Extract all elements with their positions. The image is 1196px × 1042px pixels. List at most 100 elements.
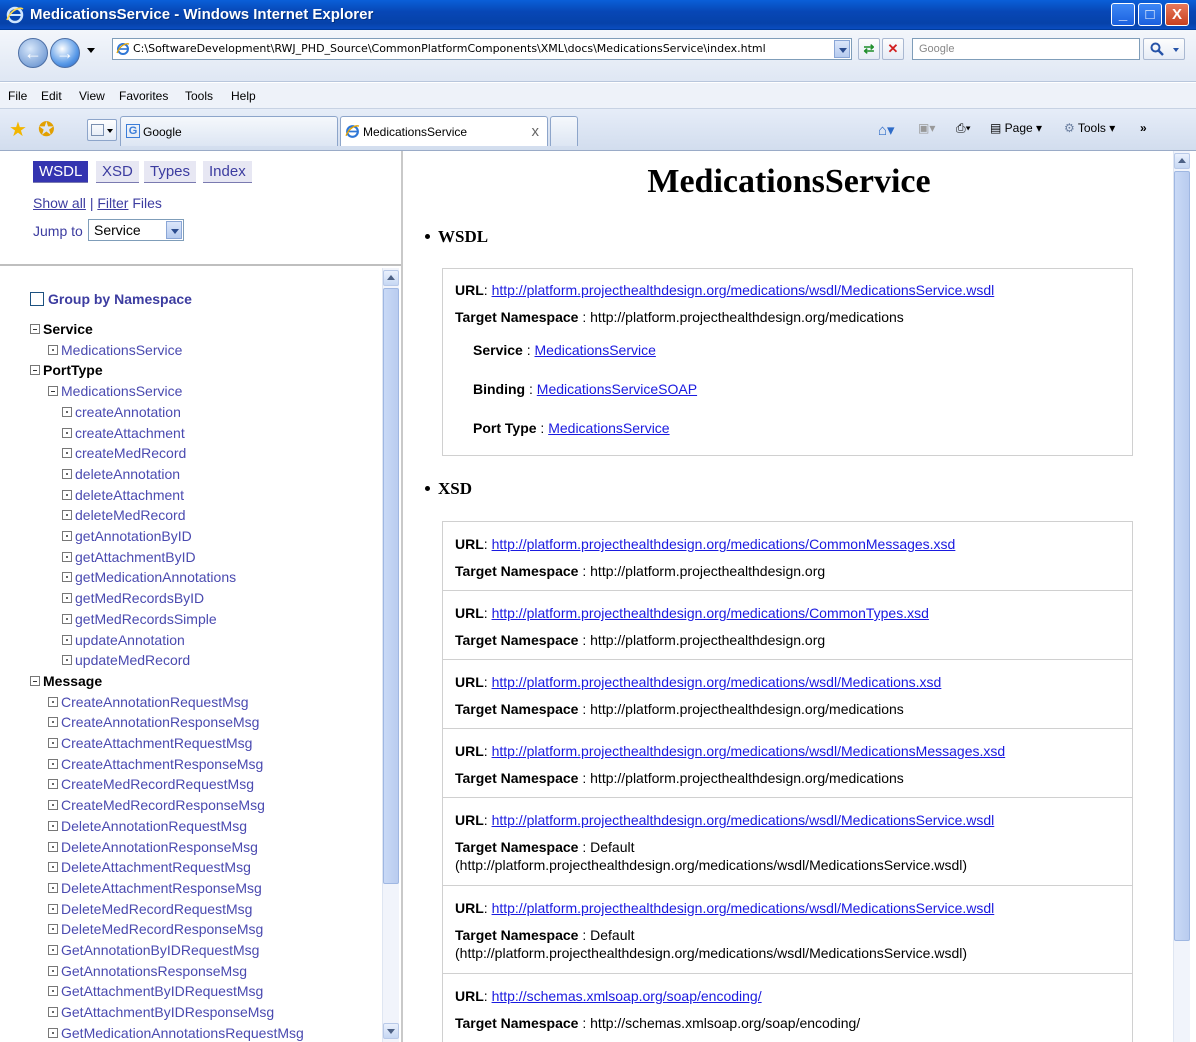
tab-xsd[interactable]: XSD (96, 161, 139, 183)
tab-medicationsservice[interactable]: MedicationsService x (340, 116, 548, 146)
tree-item-operation[interactable]: getAnnotationByID (62, 527, 192, 545)
tree-heading-porttype[interactable]: PortType (30, 361, 103, 379)
scroll-up-icon[interactable] (1174, 153, 1190, 169)
home-icon[interactable]: ⌂▾ (878, 121, 895, 139)
add-favorites-icon[interactable]: ✪ (38, 120, 55, 140)
tools-menu-button[interactable]: ⚙ Tools ▾ (1064, 121, 1115, 135)
search-button[interactable] (1143, 38, 1185, 60)
tree-item-message[interactable]: DeleteAnnotationResponseMsg (48, 838, 258, 856)
chevron-more-icon[interactable]: » (1140, 121, 1147, 135)
tree-item-operation[interactable]: deleteAttachment (62, 486, 184, 504)
xsd-url-link[interactable]: http://platform.projecthealthdesign.org/… (492, 900, 995, 916)
tab-types[interactable]: Types (144, 161, 197, 183)
tree-item-operation[interactable]: getMedRecordsByID (62, 589, 204, 607)
close-window-button[interactable]: X (1165, 3, 1189, 26)
tree-item-message[interactable]: DeleteMedRecordResponseMsg (48, 920, 263, 938)
history-dropdown-icon[interactable] (87, 48, 95, 53)
menu-file[interactable]: File (8, 89, 27, 103)
tree-item-message[interactable]: CreateMedRecordRequestMsg (48, 775, 254, 793)
collapse-icon[interactable] (30, 676, 40, 686)
feeds-icon[interactable]: ▣▾ (918, 121, 935, 135)
filter-link[interactable]: Filter (97, 195, 128, 211)
group-by-namespace-checkbox[interactable]: Group by Namespace (30, 291, 192, 307)
quick-tabs-button[interactable] (87, 119, 117, 141)
tree-item-operation[interactable]: getMedRecordsSimple (62, 610, 217, 628)
wsdl-url-link[interactable]: http://platform.projecthealthdesign.org/… (492, 282, 995, 298)
scroll-thumb[interactable] (1174, 171, 1190, 941)
tree-item-message[interactable]: GetAnnotationByIDRequestMsg (48, 941, 259, 959)
back-button[interactable]: ← (18, 38, 48, 68)
scroll-down-icon[interactable] (383, 1023, 399, 1039)
tree-item-operation[interactable]: getAttachmentByID (62, 548, 196, 566)
close-tab-icon[interactable]: x (532, 123, 540, 140)
jump-to-select[interactable]: Service (88, 219, 184, 241)
tab-google[interactable]: G Google (120, 116, 338, 146)
left-pane-scrollbar[interactable] (382, 268, 399, 1042)
minimize-button[interactable]: _ (1111, 3, 1135, 26)
collapse-icon[interactable] (48, 386, 58, 396)
tree-item-message[interactable]: DeleteAttachmentRequestMsg (48, 858, 251, 876)
collapse-icon[interactable] (30, 324, 40, 334)
tree-item-message[interactable]: CreateAnnotationResponseMsg (48, 713, 259, 731)
collapse-icon[interactable] (30, 365, 40, 375)
favorites-star-icon[interactable]: ★ (9, 120, 27, 140)
tree-item-message[interactable]: CreateAttachmentResponseMsg (48, 755, 263, 773)
tree-item-operation[interactable]: deleteMedRecord (62, 506, 186, 524)
forward-button[interactable]: → (50, 38, 80, 68)
tree-item-message[interactable]: DeleteMedRecordRequestMsg (48, 900, 252, 918)
refresh-button[interactable]: ⇄ (858, 38, 880, 60)
tree-item-message[interactable]: DeleteAnnotationRequestMsg (48, 817, 247, 835)
tree-item-operation[interactable]: updateAnnotation (62, 631, 185, 649)
xsd-url-link[interactable]: http://schemas.xmlsoap.org/soap/encoding… (492, 988, 762, 1004)
tree-item-operation[interactable]: updateMedRecord (62, 651, 190, 669)
tree-item-message[interactable]: GetAnnotationsResponseMsg (48, 962, 247, 980)
address-input[interactable]: C:\SoftwareDevelopment\RWJ_PHD_Source\Co… (112, 38, 852, 60)
stop-button[interactable]: ✕ (882, 38, 904, 60)
xsd-url-link[interactable]: http://platform.projecthealthdesign.org/… (492, 605, 929, 621)
tab-index[interactable]: Index (203, 161, 252, 183)
print-icon[interactable]: ⎙▾ (956, 121, 971, 136)
tree-item-message[interactable]: CreateAnnotationRequestMsg (48, 693, 249, 711)
tab-list-dropdown-icon[interactable] (107, 129, 113, 133)
right-pane-scrollbar[interactable] (1173, 151, 1190, 1042)
search-input[interactable]: Google (912, 38, 1140, 60)
menu-help[interactable]: Help (231, 89, 256, 103)
service-link[interactable]: MedicationsService (535, 342, 656, 358)
xsd-url-link[interactable]: http://platform.projecthealthdesign.org/… (492, 674, 942, 690)
port-type-link[interactable]: MedicationsService (548, 420, 669, 436)
checkbox-icon[interactable] (30, 292, 44, 306)
scroll-thumb[interactable] (383, 288, 399, 884)
menu-tools[interactable]: Tools (185, 89, 213, 103)
tree-item-operation[interactable]: createMedRecord (62, 444, 186, 462)
tree-item-message[interactable]: CreateMedRecordResponseMsg (48, 796, 265, 814)
new-tab-button[interactable] (550, 116, 578, 146)
tree-item-operation[interactable]: getMedicationAnnotations (62, 568, 236, 586)
xsd-url-link[interactable]: http://platform.projecthealthdesign.org/… (492, 812, 995, 828)
xsd-url-link[interactable]: http://platform.projecthealthdesign.org/… (492, 536, 956, 552)
tree-item-message[interactable]: GetAttachmentByIDRequestMsg (48, 982, 263, 1000)
tree-heading-service[interactable]: Service (30, 320, 93, 338)
binding-link[interactable]: MedicationsServiceSOAP (537, 381, 697, 397)
tree-heading-message[interactable]: Message (30, 672, 102, 690)
maximize-button[interactable]: □ (1138, 3, 1162, 26)
xsd-url-link[interactable]: http://platform.projecthealthdesign.org/… (492, 743, 1006, 759)
tree-item-porttype[interactable]: MedicationsService (48, 382, 182, 400)
tree-item-operation[interactable]: deleteAnnotation (62, 465, 180, 483)
tree-item-service[interactable]: MedicationsService (48, 341, 182, 359)
page-menu-button[interactable]: ▤ Page ▾ (990, 121, 1042, 135)
address-dropdown-icon[interactable] (834, 40, 850, 58)
tree-item-operation[interactable]: createAttachment (62, 424, 185, 442)
scroll-up-icon[interactable] (383, 270, 399, 286)
menu-favorites[interactable]: Favorites (119, 89, 168, 103)
tree-item-message[interactable]: CreateAttachmentRequestMsg (48, 734, 252, 752)
menu-view[interactable]: View (79, 89, 105, 103)
tab-wsdl[interactable]: WSDL (33, 161, 89, 183)
tree-item-message[interactable]: DeleteAttachmentResponseMsg (48, 879, 262, 897)
show-all-link[interactable]: Show all (33, 195, 86, 211)
tree-item-message[interactable]: GetAttachmentByIDResponseMsg (48, 1003, 274, 1021)
menu-edit[interactable]: Edit (41, 89, 62, 103)
search-options-icon[interactable] (1173, 48, 1179, 52)
chevron-down-icon[interactable] (166, 221, 182, 239)
tree-item-message[interactable]: GetMedicationAnnotationsRequestMsg (48, 1024, 304, 1042)
tree-item-operation[interactable]: createAnnotation (62, 403, 181, 421)
